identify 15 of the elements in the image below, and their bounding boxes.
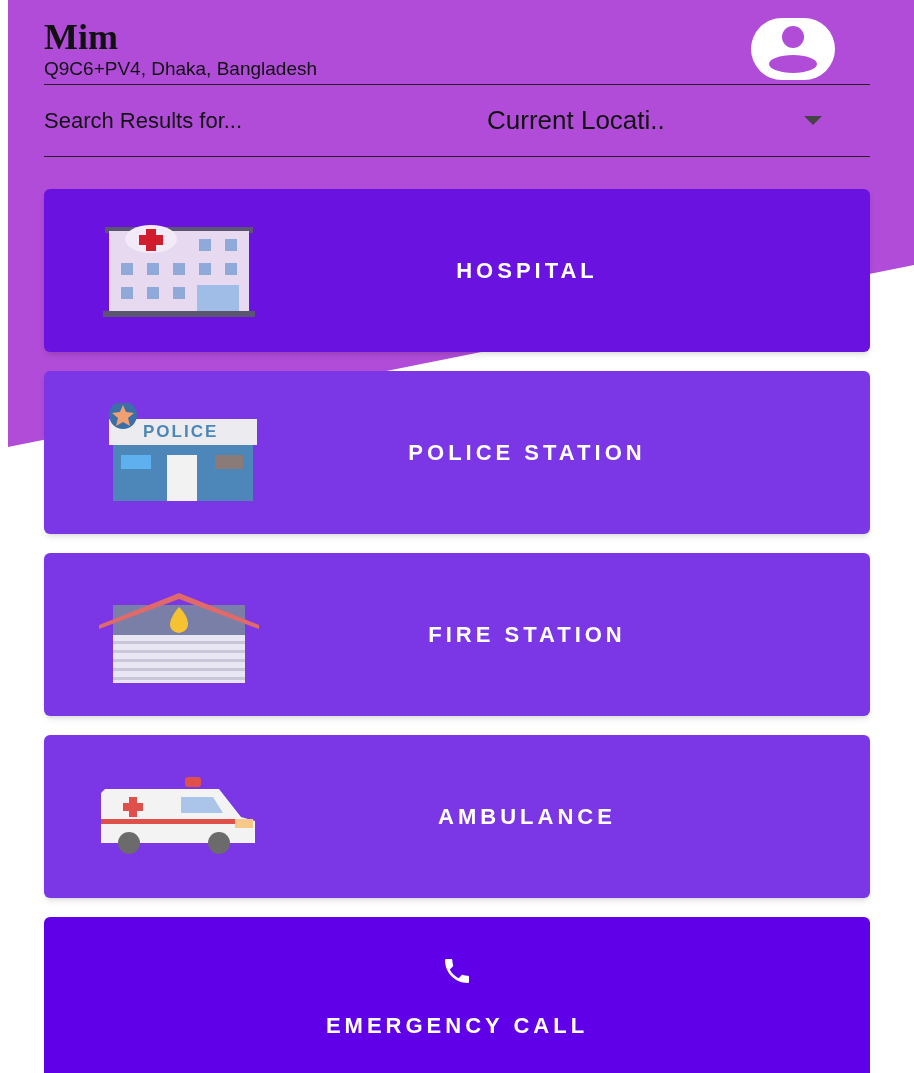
service-label: FIRE STATION xyxy=(427,621,627,649)
user-name: Mim xyxy=(44,18,119,56)
search-label: Search Results for... xyxy=(44,107,244,135)
caret-icon xyxy=(804,116,822,125)
police-sign-text: POLICE xyxy=(143,420,219,443)
location-dropdown[interactable]: Current Locati.. xyxy=(487,101,870,140)
emergency-call-button[interactable]: EMERGENCY CALL xyxy=(44,917,870,1073)
service-card[interactable]: FIRE STATION xyxy=(44,553,870,716)
service-card[interactable]: POLICE POLICE STATION xyxy=(44,371,870,534)
service-label: AMBULANCE xyxy=(437,803,617,831)
service-label: HOSPITAL xyxy=(455,257,599,285)
service-card[interactable]: HOSPITAL xyxy=(44,189,870,352)
service-label: POLICE STATION xyxy=(407,439,647,467)
user-address: Q9C6+PV4, Dhaka, Bangladesh xyxy=(44,57,318,81)
service-card[interactable]: AMBULANCE xyxy=(44,735,870,898)
